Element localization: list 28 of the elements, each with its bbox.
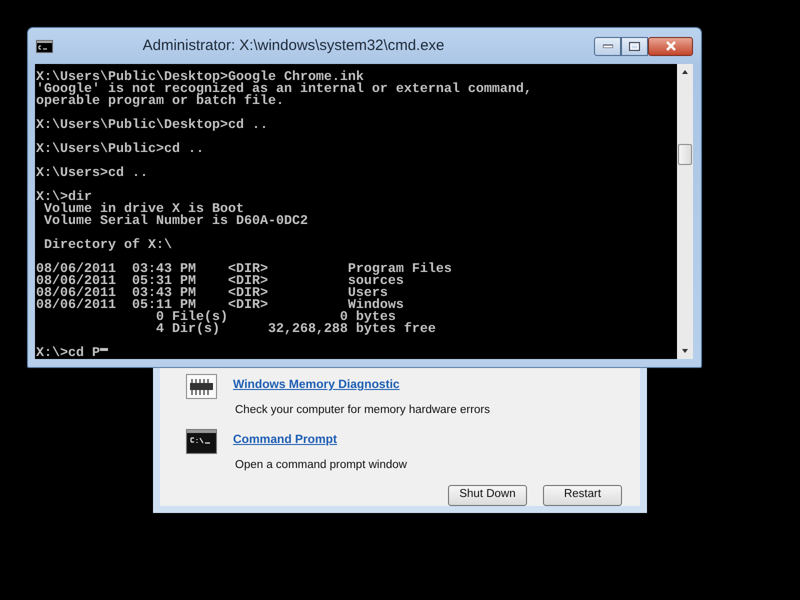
scroll-thumb[interactable]: [678, 144, 692, 165]
maximize-button[interactable]: [621, 36, 648, 56]
console-icon: [36, 40, 53, 52]
dialog-button[interactable]: Shut Down: [448, 484, 527, 506]
console-input[interactable]: X:\>cd P: [36, 348, 100, 360]
window-title: Administrator: X:\windows\system32\cmd.exe: [142, 36, 446, 56]
maximize-icon: [629, 42, 640, 50]
console-line: operable program or batch file.: [36, 96, 285, 108]
tool-link[interactable]: Windows Memory Diagnostic: [233, 377, 400, 391]
close-icon: [664, 41, 676, 51]
tool-link[interactable]: Command Prompt: [233, 432, 338, 446]
dialog-button[interactable]: Restart: [543, 484, 622, 506]
close-button[interactable]: [648, 36, 693, 56]
console-line: Directory of X:\: [42, 240, 173, 252]
console-line: 0 File(s) 0 bytes: [154, 312, 397, 324]
scrollbar[interactable]: [677, 64, 693, 359]
command-prompt-icon: [186, 429, 217, 454]
console-line: Volume Serial Number is D60A-0DC2: [42, 216, 309, 228]
minimize-button[interactable]: [594, 36, 621, 56]
memory-chip-icon: [186, 374, 217, 399]
console-line: 4 Dir(s) 32,268,288 bytes free: [154, 324, 437, 336]
tool-description: Open a command prompt window: [235, 458, 407, 474]
console-line: X:\Users\Public>cd ..: [36, 144, 205, 156]
text-cursor: [100, 348, 108, 351]
console-line: X:\Users>cd ..: [36, 168, 149, 180]
minimize-icon: [602, 44, 612, 48]
console-line: X:\Users\Public\Desktop>cd ..: [36, 120, 269, 132]
tool-description: Check your computer for memory hardware errors: [235, 403, 490, 418]
